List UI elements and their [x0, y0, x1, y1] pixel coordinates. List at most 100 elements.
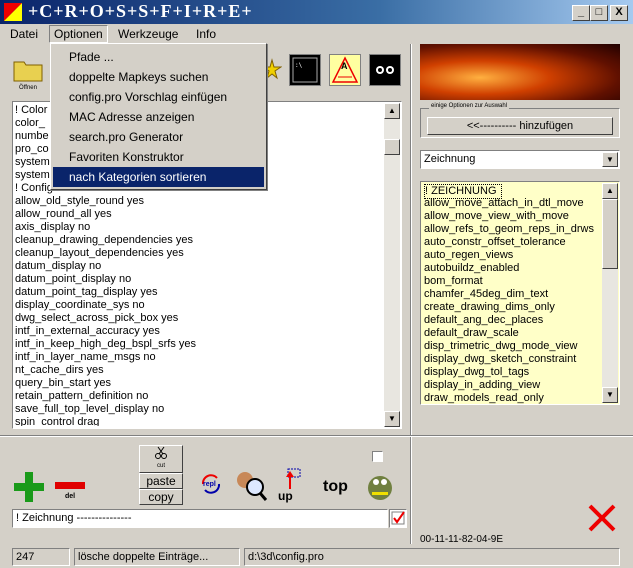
options-list-scrollbar[interactable]: ▲ ▼ [602, 183, 618, 403]
option-list-item[interactable]: ! ZEICHNUNG [424, 184, 600, 199]
vertical-divider[interactable] [410, 44, 412, 544]
option-list-item[interactable]: bom_format [424, 275, 600, 288]
axis-button[interactable]: A [329, 54, 361, 86]
config-list-item[interactable]: retain_pattern_definition no [15, 390, 385, 403]
config-list-item[interactable]: query_bin_start yes [15, 377, 385, 390]
option-list-item[interactable]: autobuildz_enabled [424, 262, 600, 275]
maximize-button[interactable]: □ [590, 5, 608, 21]
app-icon [4, 3, 22, 21]
config-list-item[interactable]: allow_round_all yes [15, 208, 385, 221]
option-list-item[interactable]: allow_move_view_with_move [424, 210, 600, 223]
eyes-button[interactable] [369, 54, 401, 86]
minimize-button[interactable]: _ [572, 5, 590, 21]
config-list-scrollbar[interactable]: ▲ ▼ [384, 103, 400, 427]
cut-button[interactable]: cut [139, 445, 183, 473]
menu-item-mapkeys[interactable]: doppelte Mapkeys suchen [53, 67, 264, 87]
config-list-item[interactable]: nt_cache_dirs yes [15, 364, 385, 377]
option-list-item[interactable]: default_ang_dec_places [424, 314, 600, 327]
up-arrow-icon [286, 468, 301, 489]
scroll-thumb[interactable] [384, 139, 400, 155]
folder-icon [13, 61, 43, 82]
title-bar: +C+R+O+S+S+F+I+R+E+ _ □ X [0, 0, 633, 24]
horizontal-divider [0, 435, 633, 437]
confirm-button[interactable] [389, 509, 407, 528]
top-button[interactable]: top [323, 478, 348, 496]
close-button[interactable]: X [610, 5, 628, 21]
menu-werkzeuge[interactable]: Werkzeuge [114, 26, 182, 42]
menu-optionen[interactable]: Optionen [49, 25, 108, 43]
config-list-item[interactable]: allow_old_style_round yes [15, 195, 385, 208]
option-list-item[interactable]: create_drawing_dims_only [424, 301, 600, 314]
category-options-list[interactable]: ! ZEICHNUNG allow_move_attach_in_dtl_move… [420, 181, 620, 405]
option-list-item[interactable]: display_in_adding_view [424, 379, 600, 392]
config-list-item[interactable]: datum_point_display no [15, 273, 385, 286]
replace-button[interactable]: repl [199, 472, 223, 498]
menu-info[interactable]: Info [192, 26, 220, 42]
config-list-item[interactable]: cleanup_drawing_dependencies yes [15, 234, 385, 247]
search-person-icon [237, 472, 268, 501]
menu-item-mac-adresse[interactable]: MAC Adresse anzeigen [53, 107, 264, 127]
scroll-up-icon[interactable]: ▲ [602, 183, 618, 199]
config-list-item[interactable]: intf_in_external_accuracy yes [15, 325, 385, 338]
entry-input[interactable]: ! Zeichnung --------------- [12, 509, 388, 528]
scroll-thumb[interactable] [602, 199, 618, 269]
chevron-down-icon[interactable]: ▼ [602, 152, 618, 167]
mascot-icon [368, 476, 392, 500]
config-list-item[interactable]: cleanup_layout_dependencies yes [15, 247, 385, 260]
option-list-item[interactable]: display_dwg_tol_tags [424, 366, 600, 379]
copy-button[interactable]: copy [139, 489, 183, 505]
config-list-item[interactable]: axis_display no [15, 221, 385, 234]
config-list-item[interactable]: datum_point_tag_display yes [15, 286, 385, 299]
search-button[interactable] [233, 467, 269, 503]
add-entry-button[interactable] [12, 470, 46, 504]
option-list-item[interactable]: display_dwg_sketch_constraint [424, 353, 600, 366]
scroll-up-icon[interactable]: ▲ [384, 103, 400, 119]
option-list-item[interactable]: chamfer_45deg_dim_text [424, 288, 600, 301]
menu-item-favoriten[interactable]: Favoriten Konstruktor [53, 147, 264, 167]
exit-button[interactable] [587, 503, 617, 533]
scroll-down-icon[interactable]: ▼ [384, 411, 400, 427]
option-list-item[interactable]: default_draw_scale [424, 327, 600, 340]
menu-item-search-generator[interactable]: search.pro Generator [53, 127, 264, 147]
menu-item-config-vorschlag[interactable]: config.pro Vorschlag einfügen [53, 87, 264, 107]
status-path: d:\3d\config.pro [244, 548, 620, 566]
axis-icon: A [331, 56, 359, 83]
entry-input-value: ! Zeichnung --------------- [16, 512, 132, 524]
open-folder-button[interactable]: Öffnen [12, 56, 44, 92]
move-up-button[interactable]: up [276, 467, 310, 503]
delete-entry-button[interactable]: del [54, 478, 86, 504]
config-list-item[interactable]: dwg_select_across_pick_box yes [15, 312, 385, 325]
mascot-button[interactable] [362, 466, 398, 502]
scroll-down-icon[interactable]: ▼ [602, 387, 618, 403]
del-label: del [64, 493, 76, 500]
config-list-item[interactable]: save_full_top_level_display no [15, 403, 385, 416]
menu-item-kategorien-sortieren[interactable]: nach Kategorien sortieren [53, 167, 264, 187]
checkmark-icon [391, 511, 405, 525]
option-list-item[interactable]: disp_trimetric_dwg_mode_view [424, 340, 600, 353]
menu-item-pfade[interactable]: Pfade ... [53, 47, 264, 67]
option-list-item[interactable]: auto_regen_views [424, 249, 600, 262]
paste-button[interactable]: paste [139, 473, 183, 489]
option-checkbox[interactable] [372, 451, 383, 462]
status-message: lösche doppelte Einträge... [74, 548, 240, 566]
option-list-item[interactable]: allow_move_attach_in_dtl_move [424, 197, 600, 210]
config-list-item[interactable]: display_coordinate_sys no [15, 299, 385, 312]
option-list-item[interactable]: auto_constr_offset_tolerance [424, 236, 600, 249]
config-list-item[interactable]: intf_in_layer_name_msgs no [15, 351, 385, 364]
svg-text::\: :\ [295, 62, 303, 69]
config-list-item[interactable]: intf_in_keep_high_deg_bspl_srfs yes [15, 338, 385, 351]
window-title: +C+R+O+S+S+F+I+R+E+ [28, 1, 253, 21]
flame-banner [420, 44, 620, 100]
config-list-item[interactable]: datum_display no [15, 260, 385, 273]
config-list-item[interactable]: spin_control drag [15, 416, 385, 426]
terminal-button[interactable]: :\ [289, 54, 321, 86]
close-x-icon [588, 504, 616, 532]
menu-bar: Datei Optionen Werkzeuge Info [0, 24, 633, 43]
add-button[interactable]: <<---------- hinzufügen [427, 117, 613, 135]
option-list-item[interactable]: draw_models_read_only [424, 392, 600, 404]
category-options-items: ! ZEICHNUNG allow_move_attach_in_dtl_move… [424, 184, 600, 404]
option-list-item[interactable]: allow_refs_to_geom_reps_in_drws [424, 223, 600, 236]
menu-datei[interactable]: Datei [6, 26, 42, 42]
cut-label: cut [156, 463, 165, 469]
category-select[interactable]: Zeichnung ▼ [420, 150, 620, 169]
